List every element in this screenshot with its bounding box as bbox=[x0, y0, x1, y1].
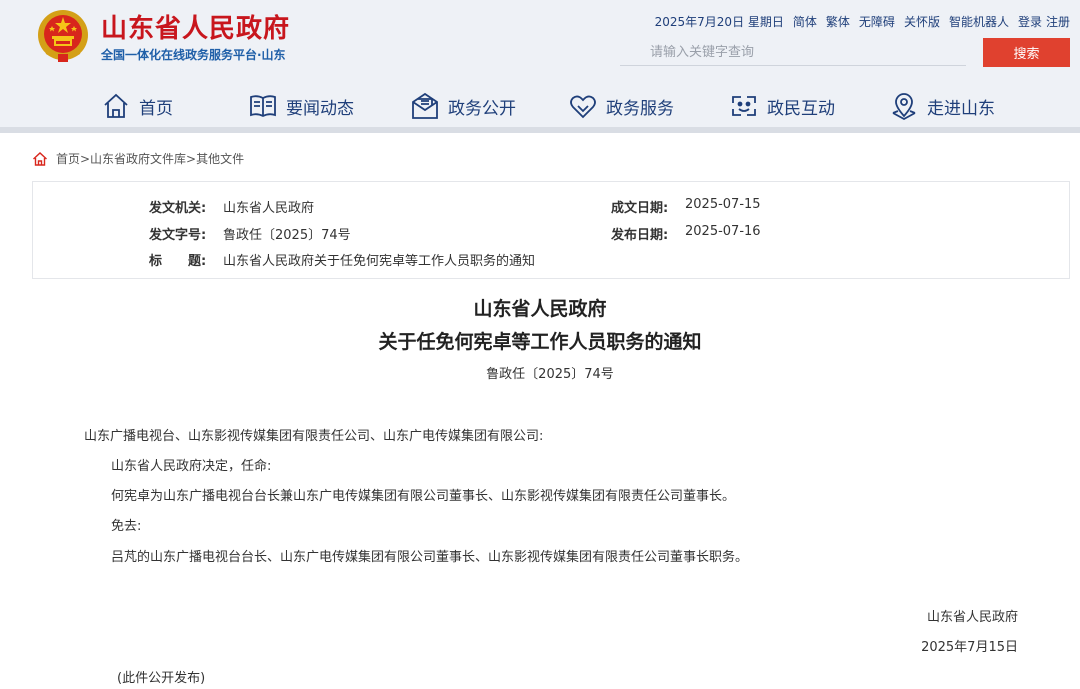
nav-item-news[interactable]: 要闻动态 bbox=[248, 86, 354, 126]
header-divider bbox=[0, 127, 1080, 133]
recipients: 山东广播电视台、山东影视传媒集团有限责任公司、山东广电传媒集团有限公司: bbox=[84, 429, 544, 444]
login-register: 登录 注册 bbox=[1018, 13, 1070, 30]
created-date-value: 2025-07-15 bbox=[685, 197, 761, 212]
interaction-icon bbox=[732, 96, 756, 116]
breadcrumb-path[interactable]: 首页>山东省政府文件库>其他文件 bbox=[56, 150, 244, 167]
location-icon bbox=[892, 93, 916, 121]
paragraph-decision: 山东省人民政府决定，任命: bbox=[111, 459, 272, 474]
created-date-label: 成文日期: bbox=[611, 201, 669, 216]
doc-number-value: 鲁政任〔2025〕74号 bbox=[223, 228, 351, 243]
book-icon bbox=[250, 95, 276, 118]
nav-label: 走进山东 bbox=[927, 98, 995, 119]
register-link[interactable]: 注册 bbox=[1046, 13, 1070, 30]
published-date-value: 2025-07-16 bbox=[685, 224, 761, 239]
title-value: 山东省人民政府关于任免何宪卓等工作人员职务的通知 bbox=[223, 254, 536, 269]
document-number: 鲁政任〔2025〕74号 bbox=[486, 367, 614, 382]
simplified-link[interactable]: 简体 bbox=[793, 13, 817, 30]
publication-note: (此件公开发布) bbox=[117, 671, 206, 686]
breadcrumb: 首页>山东省政府文件库>其他文件 bbox=[32, 150, 244, 167]
signature-date: 2025年7月15日 bbox=[921, 640, 1018, 655]
current-date: 2025年7月20日 星期日 bbox=[654, 15, 784, 29]
national-emblem-icon[interactable] bbox=[36, 8, 90, 64]
accessibility-link[interactable]: 无障碍 bbox=[859, 13, 895, 30]
site-subtitle: 全国一体化在线政务服务平台·山东 bbox=[101, 48, 286, 62]
doc-number-label: 发文字号: bbox=[149, 228, 207, 243]
heart-icon bbox=[570, 95, 596, 119]
nav-label: 首页 bbox=[139, 98, 173, 119]
search-button[interactable]: 搜索 bbox=[983, 38, 1070, 67]
main-nav: 首页 要闻动态 政务公开 政务服务 政民互动 走进山东 bbox=[0, 86, 1080, 126]
nav-item-interaction[interactable]: 政民互动 bbox=[729, 86, 835, 126]
nav-label: 政民互动 bbox=[767, 98, 835, 119]
home-icon bbox=[104, 93, 128, 118]
login-link[interactable]: 登录 bbox=[1018, 13, 1042, 30]
nav-label: 要闻动态 bbox=[286, 98, 354, 119]
paragraph-appointment: 何宪卓为山东广播电视台台长兼山东广电传媒集团有限公司董事长、山东影视传媒集团有限… bbox=[111, 489, 736, 504]
paragraph-removal: 吕芃的山东广播电视台台长、山东广电传媒集团有限公司董事长、山东影视传媒集团有限责… bbox=[111, 550, 749, 565]
document-meta-box: 发文机关: 山东省人民政府 发文字号: 鲁政任〔2025〕74号 标 题: 山东… bbox=[32, 181, 1070, 279]
document-title-line2: 关于任免何宪卓等工作人员职务的通知 bbox=[378, 331, 702, 353]
nav-item-about[interactable]: 走进山东 bbox=[889, 86, 995, 126]
home-icon[interactable] bbox=[32, 151, 48, 167]
nav-label: 政务公开 bbox=[448, 98, 516, 119]
robot-link[interactable]: 智能机器人 bbox=[949, 13, 1009, 30]
issuer-value: 山东省人民政府 bbox=[223, 201, 315, 216]
paragraph-removal-heading: 免去: bbox=[111, 519, 142, 534]
site-header: 山东省人民政府 全国一体化在线政务服务平台·山东 2025年7月20日 星期日 … bbox=[0, 0, 1080, 133]
nav-item-home[interactable]: 首页 bbox=[101, 86, 173, 126]
nav-item-disclosure[interactable]: 政务公开 bbox=[410, 86, 516, 126]
traditional-link[interactable]: 繁体 bbox=[826, 13, 850, 30]
nav-label: 政务服务 bbox=[606, 98, 674, 119]
top-links: 2025年7月20日 星期日 简体 繁体 无障碍 关怀版 智能机器人 登录 注册 bbox=[655, 13, 1070, 30]
elderly-mode-link[interactable]: 关怀版 bbox=[904, 13, 940, 30]
issuer-label: 发文机关: bbox=[149, 201, 207, 216]
nav-item-services[interactable]: 政务服务 bbox=[568, 86, 674, 126]
search-input[interactable] bbox=[620, 40, 966, 66]
published-date-label: 发布日期: bbox=[611, 228, 669, 243]
document-title-line1: 山东省人民政府 bbox=[473, 298, 607, 320]
signature: 山东省人民政府 bbox=[926, 610, 1018, 625]
mail-icon bbox=[412, 92, 438, 119]
site-title[interactable]: 山东省人民政府 bbox=[101, 8, 290, 45]
title-label: 标 题: bbox=[149, 254, 207, 269]
